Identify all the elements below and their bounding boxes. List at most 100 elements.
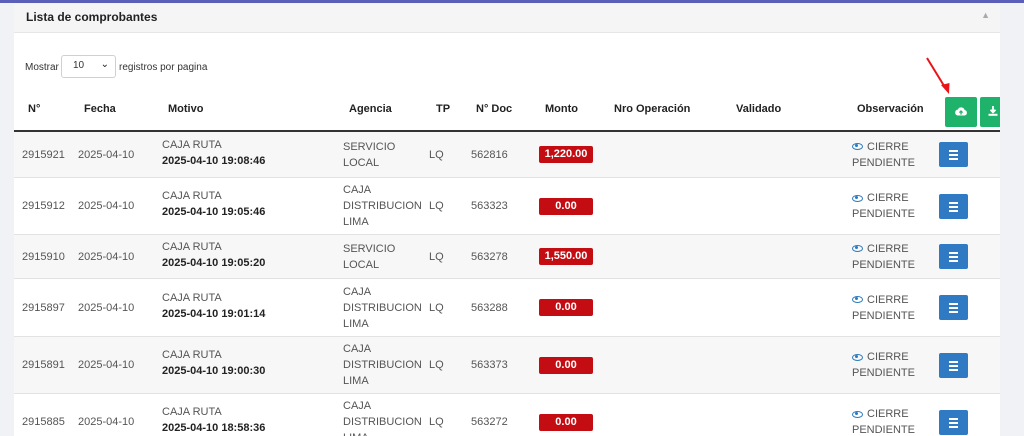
observacion-status: CIERRE [867, 293, 909, 306]
agencia-line: LIMA [343, 317, 369, 330]
per-page-value: 10 [73, 60, 85, 71]
row-menu-button[interactable] [939, 409, 968, 435]
col-header-agencia: Agencia [349, 103, 392, 115]
cell-tp: LQ [429, 301, 444, 314]
chevron-up-icon[interactable]: ▲ [981, 10, 990, 20]
eye-icon[interactable] [852, 296, 863, 304]
cell-fecha: 2025-04-10 [78, 301, 135, 314]
row-menu-button[interactable] [939, 193, 968, 219]
cell-fecha: 2025-04-10 [78, 359, 135, 371]
row-menu-button[interactable] [939, 295, 968, 320]
eye-icon[interactable] [852, 353, 863, 361]
observacion-line: CIERRE [852, 292, 932, 308]
agencia-line: SERVICIO [343, 140, 396, 153]
cell-observacion: CIERRE PENDIENTE [852, 292, 932, 324]
cell-tp: LQ [429, 359, 444, 371]
row-menu-button[interactable] [939, 352, 968, 378]
cell-id: 2915897 [22, 301, 65, 314]
table-row: 2915912 2025-04-10 CAJA RUTA 2025-04-10 19:… [14, 178, 1000, 235]
table-row: 2915921 2025-04-10 CAJA RUTA 2025-04-10 19:… [14, 132, 1000, 178]
cell-motivo: CAJA RUTA [162, 406, 222, 418]
agencia-line: CAJA [343, 343, 372, 355]
observacion-status: CIERRE [867, 140, 909, 153]
col-header-ndoc: N° Doc [476, 103, 513, 115]
cell-tp: LQ [429, 148, 444, 161]
agencia-line: LIMA [343, 216, 369, 228]
show-label: Mostrar [25, 62, 59, 73]
menu-icon [939, 194, 968, 219]
eye-icon[interactable] [852, 410, 863, 418]
menu-icon [939, 410, 968, 435]
menu-icon [939, 353, 968, 378]
cell-observacion: CIERRE PENDIENTE [852, 406, 932, 436]
agencia-line: LOCAL [343, 258, 380, 271]
observacion-line: PENDIENTE [852, 424, 915, 436]
col-header-validado: Validado [736, 103, 782, 115]
cell-id: 2915885 [22, 416, 65, 428]
cell-observacion: CIERRE PENDIENTE [852, 190, 932, 222]
monto-badge: 0.00 [539, 197, 593, 215]
col-header-monto: Monto [545, 103, 578, 115]
download-button[interactable] [980, 97, 1000, 127]
comprobantes-panel: Lista de comprobantes ▲ Mostrar 10 ⌄ reg… [14, 4, 1000, 436]
agencia-line: LIMA [343, 375, 369, 387]
cell-observacion: CIERRE PENDIENTE [852, 241, 932, 273]
cell-id: 2915910 [22, 250, 65, 263]
cell-observacion: CIERRE PENDIENTE [852, 349, 932, 381]
cell-fecha: 2025-04-10 [78, 416, 135, 428]
cell-datetime: 2025-04-10 19:05:46 [162, 206, 266, 218]
agencia-line: LOCAL [343, 156, 380, 169]
cell-fecha: 2025-04-10 [78, 250, 135, 263]
cell-agencia: SERVICIO LOCAL [343, 139, 423, 171]
cell-datetime: 2025-04-10 19:08:46 [162, 154, 266, 167]
cell-motivo: CAJA RUTA [162, 138, 222, 151]
cell-datetime: 2025-04-10 19:05:20 [162, 256, 266, 269]
row-menu-button[interactable] [939, 142, 968, 167]
monto-badge: 1,550.00 [539, 248, 593, 265]
observacion-line: CIERRE [852, 139, 932, 155]
eye-icon[interactable] [852, 194, 863, 202]
agencia-line: DISTRIBUCION [343, 416, 422, 428]
observacion-line: PENDIENTE [852, 309, 915, 322]
red-arrow-annotation [926, 57, 950, 94]
observacion-line: PENDIENTE [852, 156, 915, 169]
agencia-line: SERVICIO [343, 242, 396, 255]
cell-datetime: 2025-04-10 19:01:14 [162, 307, 266, 320]
cell-doc: 563323 [471, 200, 508, 212]
row-menu-button[interactable] [939, 244, 968, 269]
agencia-line: DISTRIBUCION [343, 359, 422, 371]
col-header-fecha: Fecha [84, 103, 116, 115]
agencia-line: CAJA [343, 184, 372, 196]
eye-icon[interactable] [852, 143, 863, 151]
eye-icon[interactable] [852, 245, 863, 253]
per-page-suffix: registros por pagina [119, 62, 208, 73]
cell-doc: 563288 [471, 301, 508, 314]
cell-doc: 562816 [471, 148, 508, 161]
table-row: 2915897 2025-04-10 CAJA RUTA 2025-04-10 19:… [14, 279, 1000, 337]
cell-tp: LQ [429, 250, 444, 263]
col-header-observacion: Observación [857, 103, 924, 115]
observacion-status: CIERRE [867, 192, 909, 204]
cell-agencia: SERVICIO LOCAL [343, 241, 423, 273]
col-header-nro-operacion: Nro Operación [614, 103, 691, 115]
agencia-line: DISTRIBUCION [343, 200, 422, 212]
download-icon [988, 106, 998, 116]
cloud-upload-button[interactable] [945, 97, 977, 127]
observacion-line: CIERRE [852, 190, 932, 206]
col-header-tp: TP [436, 103, 451, 115]
observacion-line: CIERRE [852, 349, 932, 365]
cell-observacion: CIERRE PENDIENTE [852, 139, 932, 171]
observacion-line: PENDIENTE [852, 367, 915, 379]
observacion-line: PENDIENTE [852, 258, 915, 271]
cell-agencia: CAJA DISTRIBUCION LIMA [343, 182, 423, 230]
cell-doc: 563278 [471, 250, 508, 263]
cell-datetime: 2025-04-10 18:58:36 [162, 422, 266, 434]
cell-agencia: CAJA DISTRIBUCION LIMA [343, 398, 423, 436]
observacion-status: CIERRE [867, 242, 909, 255]
monto-badge: 0.00 [539, 413, 593, 431]
per-page-select[interactable]: 10 ⌄ [61, 55, 116, 78]
cell-motivo: CAJA RUTA [162, 349, 222, 361]
menu-icon [939, 295, 968, 320]
cloud-upload-icon [955, 107, 967, 116]
observacion-status: CIERRE [867, 351, 909, 363]
